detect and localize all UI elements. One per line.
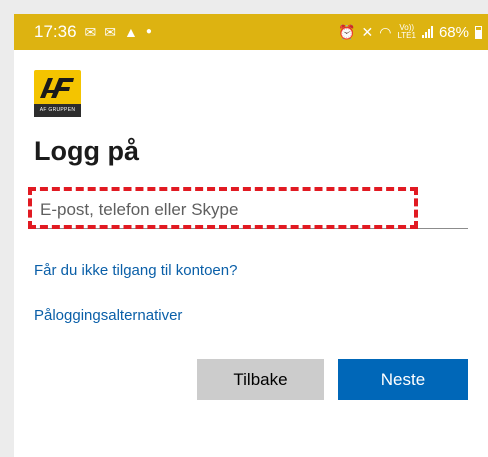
alarm-icon: ⏰ bbox=[338, 24, 356, 40]
navigation-icon: ▲ bbox=[124, 24, 138, 40]
status-bar-right: ⏰ ✕ ◠ Vo)) LTE1 68% bbox=[338, 24, 482, 41]
volte-indicator: Vo)) LTE1 bbox=[397, 23, 416, 40]
status-bar: 17:36 ✉ ✉ ▲ ● ⏰ ✕ ◠ Vo)) LTE1 68% bbox=[14, 14, 488, 50]
page-title: Logg på bbox=[34, 136, 139, 166]
signin-options-link[interactable]: Påloggingsalternativer bbox=[34, 307, 182, 324]
email-field[interactable] bbox=[34, 191, 468, 229]
mail-icon: ✉ bbox=[104, 24, 117, 40]
wifi-icon: ◠ bbox=[379, 24, 392, 40]
mute-icon: ✕ bbox=[361, 24, 374, 40]
no-access-link[interactable]: Får du ikke tilgang til kontoen? bbox=[34, 262, 237, 279]
dot-icon: ● bbox=[145, 26, 152, 37]
next-button[interactable]: Neste bbox=[338, 359, 468, 400]
status-time: 17:36 bbox=[34, 22, 77, 41]
af-logo-icon bbox=[40, 78, 74, 98]
signal-icon bbox=[421, 26, 433, 38]
battery-percent: 68% bbox=[438, 23, 469, 41]
signin-panel: AF GRUPPEN Logg på Får du ikke tilgang t… bbox=[14, 50, 488, 457]
af-gruppen-logo: AF GRUPPEN bbox=[34, 70, 81, 117]
logo-wordmark: AF GRUPPEN bbox=[34, 104, 81, 117]
battery-icon bbox=[475, 25, 482, 39]
mail-icon: ✉ bbox=[84, 24, 97, 40]
status-bar-left: 17:36 ✉ ✉ ▲ ● bbox=[34, 22, 152, 42]
back-button[interactable]: Tilbake bbox=[197, 359, 324, 400]
